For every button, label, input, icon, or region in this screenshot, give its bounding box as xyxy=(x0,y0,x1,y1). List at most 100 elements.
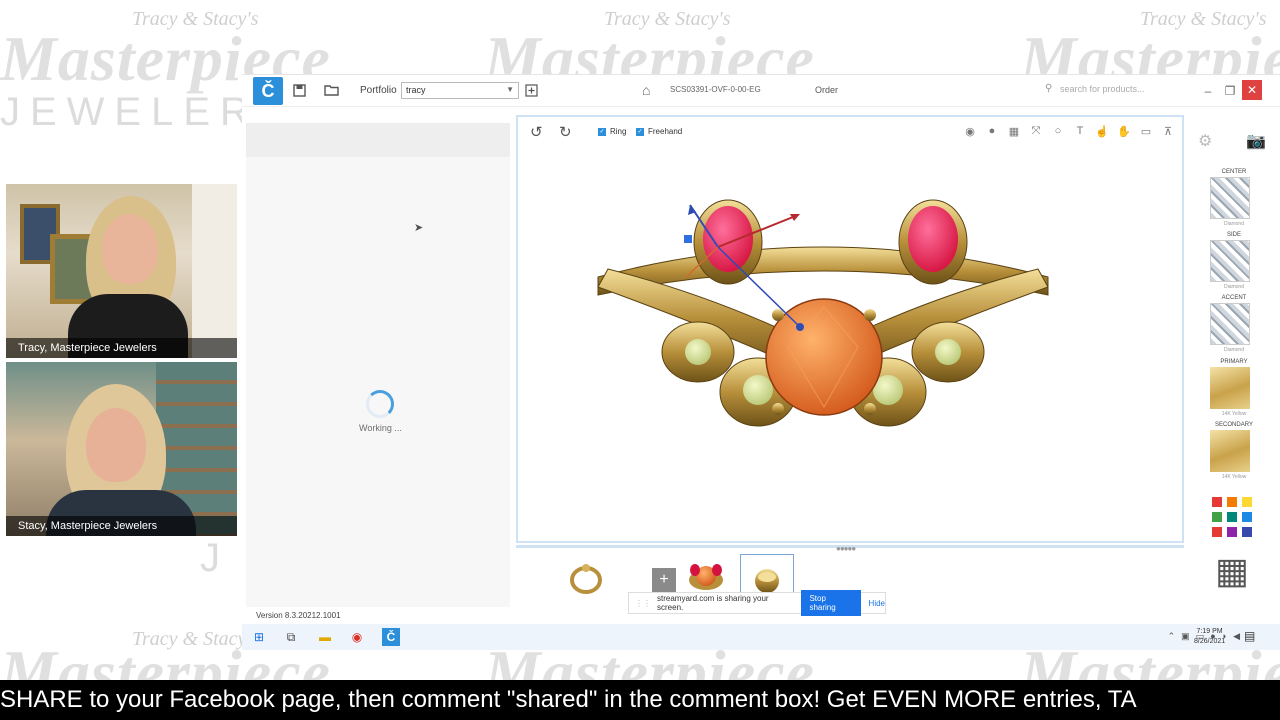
product-search-input[interactable]: ⚲ search for products... xyxy=(1042,82,1182,99)
webcam-name-label: Stacy, Masterpiece Jewelers xyxy=(6,516,237,536)
taskbar-clock[interactable]: 7:19 PM 8/26/2021 xyxy=(1194,627,1225,647)
grid-icon[interactable]: ▦ xyxy=(1006,123,1022,139)
watermark-initial: J xyxy=(200,536,230,580)
app-toolbar: Č Portfolio tracy ▼ ⌂ SCS03391-OVF-0-00-… xyxy=(242,75,1280,107)
screen-share-bar: ⋮⋮ streamyard.com is sharing your screen… xyxy=(628,590,886,616)
color-swatch[interactable] xyxy=(1227,527,1237,537)
calculator-icon[interactable]: ▦ xyxy=(1212,549,1252,593)
volume-icon[interactable]: ◀ xyxy=(1233,631,1240,642)
home-icon[interactable]: ⌂ xyxy=(642,82,650,98)
working-status: Working ... xyxy=(359,423,402,433)
clock-time: 7:19 PM xyxy=(1196,628,1223,635)
person-face-image xyxy=(102,214,158,284)
webcam-name-label: Tracy, Masterpiece Jewelers xyxy=(6,338,237,358)
slot-side-swatch[interactable] xyxy=(1210,240,1250,282)
color-swatch[interactable] xyxy=(1227,512,1237,522)
chevron-up-icon[interactable]: ⌃ xyxy=(1168,631,1176,642)
slot-secondary-swatch[interactable] xyxy=(1210,430,1250,472)
minimize-icon[interactable]: – xyxy=(1200,83,1216,99)
drag-handle-icon[interactable]: ⋮⋮ xyxy=(635,599,651,608)
gear-icon[interactable]: ⚙ xyxy=(1198,131,1212,151)
checkbox-check-icon: ✓ xyxy=(636,127,644,136)
axis-icon[interactable]: ⤧ xyxy=(1028,123,1044,139)
watermark-owner-4: Tracy & Stacy's xyxy=(132,628,259,650)
order-link[interactable]: Order xyxy=(815,85,838,95)
view-render-icon[interactable]: ● xyxy=(984,123,1000,139)
stop-sharing-button[interactable]: Stop sharing xyxy=(801,590,861,616)
watermark-owner-3: Tracy & Stacy's xyxy=(1140,8,1267,30)
file-explorer-icon[interactable]: ▬ xyxy=(316,628,334,646)
text-icon[interactable]: T xyxy=(1072,123,1088,139)
share-message: streamyard.com is sharing your screen. xyxy=(657,594,769,612)
options-panel: Working ... ➤ xyxy=(246,123,510,607)
camera-icon[interactable]: 📷 xyxy=(1246,131,1266,151)
hide-button[interactable]: Hide xyxy=(869,599,885,608)
slot-side-label: SIDE xyxy=(1226,232,1241,238)
freehand-checkbox-label: Freehand xyxy=(648,127,683,136)
slot-accent-label: ACCENT xyxy=(1221,295,1247,301)
viewport-toolbar: ↺ ↻ ✓ Ring ✓ Freehand ◉ ● ▦ ⤧ ○ T ☝ ✋ ▭ … xyxy=(518,117,1182,145)
windows-taskbar: ⊞ ⧉ ▬ ◉ Č ⌃ ▣ ▭ ● ◗ ◀ 7:19 PM 8/26/2021 … xyxy=(242,624,1280,650)
windows-start-icon[interactable]: ⊞ xyxy=(250,628,268,646)
version-label: Version 8.3.20212.1001 xyxy=(256,611,341,620)
network-icon[interactable]: ▣ xyxy=(1181,631,1190,642)
notification-icon[interactable]: ▤ xyxy=(1244,629,1255,643)
ring-checkbox[interactable]: ✓ Ring xyxy=(598,127,626,136)
portfolio-value: tracy xyxy=(406,85,426,95)
color-swatch[interactable] xyxy=(1242,512,1252,522)
undo-icon[interactable]: ↺ xyxy=(530,123,543,141)
measure-icon[interactable]: ⊼ xyxy=(1160,123,1176,139)
product-sku: SCS03391-OVF-0-00-EG xyxy=(670,85,761,94)
window-curtain-image xyxy=(192,184,237,358)
slot-center-material: Diamond xyxy=(1223,221,1244,227)
slot-secondary-label: SECONDARY xyxy=(1215,422,1253,428)
slot-primary-swatch[interactable] xyxy=(1210,367,1250,409)
watermark-owner-1: Tracy & Stacy's xyxy=(132,8,259,30)
hand-icon[interactable]: ☝ xyxy=(1094,123,1110,139)
view-mode-icons: ◉ ● ▦ ⤧ ○ T ☝ ✋ ▭ ⊼ xyxy=(962,123,1176,139)
app-window: Č Portfolio tracy ▼ ⌂ SCS03391-OVF-0-00-… xyxy=(242,74,1280,622)
slot-accent-material: Diamond xyxy=(1223,347,1244,353)
color-swatch[interactable] xyxy=(1212,512,1222,522)
ring-shank-thumbnail[interactable] xyxy=(566,558,606,598)
materials-panel: ⚙ 📷 CENTER Diamond SIDE Diamond ACCENT D… xyxy=(1186,123,1280,607)
loading-spinner-icon xyxy=(366,390,394,418)
color-swatch[interactable] xyxy=(1242,527,1252,537)
webcam-stacy: Stacy, Masterpiece Jewelers xyxy=(6,362,237,536)
color-swatch[interactable] xyxy=(1212,527,1222,537)
slot-side-material: Diamond xyxy=(1223,284,1244,290)
add-component-button[interactable]: + xyxy=(652,568,676,592)
maximize-icon[interactable]: ❐ xyxy=(1222,83,1238,99)
search-placeholder: search for products... xyxy=(1060,84,1145,94)
freehand-checkbox[interactable]: ✓ Freehand xyxy=(636,127,682,136)
redo-icon[interactable]: ↻ xyxy=(559,123,572,141)
screenshot-icon[interactable]: ▭ xyxy=(1138,123,1154,139)
color-palette xyxy=(1212,497,1252,537)
checkbox-check-icon: ✓ xyxy=(598,127,606,136)
ring-size-icon[interactable]: ○ xyxy=(1050,123,1066,139)
slot-secondary-material: 14K Yellow xyxy=(1221,474,1247,480)
chrome-icon[interactable]: ◉ xyxy=(348,628,366,646)
task-view-icon[interactable]: ⧉ xyxy=(282,628,300,646)
pan-icon[interactable]: ✋ xyxy=(1116,123,1132,139)
slot-accent-swatch[interactable] xyxy=(1210,303,1250,345)
ring-model-image[interactable] xyxy=(588,177,1058,457)
open-folder-icon[interactable] xyxy=(323,82,339,98)
save-icon[interactable] xyxy=(291,82,307,98)
app-logo-button[interactable]: Č xyxy=(253,77,283,105)
3d-viewport[interactable]: ↺ ↻ ✓ Ring ✓ Freehand ◉ ● ▦ ⤧ ○ T ☝ ✋ ▭ … xyxy=(516,115,1184,543)
color-swatch[interactable] xyxy=(1212,497,1222,507)
color-swatch[interactable] xyxy=(1242,497,1252,507)
search-icon: ⚲ xyxy=(1045,83,1053,94)
mouse-cursor-icon: ➤ xyxy=(414,222,424,234)
color-swatch[interactable] xyxy=(1227,497,1237,507)
close-icon[interactable]: ✕ xyxy=(1242,80,1262,100)
slot-center-swatch[interactable] xyxy=(1210,177,1250,219)
view-solid-icon[interactable]: ◉ xyxy=(962,123,978,139)
portfolio-label: Portfolio xyxy=(360,85,397,96)
add-portfolio-icon[interactable] xyxy=(523,82,539,98)
resize-grip-icon[interactable]: ●●●●● xyxy=(836,544,856,553)
app-taskbar-icon[interactable]: Č xyxy=(382,628,400,646)
portfolio-select[interactable]: tracy ▼ xyxy=(401,82,519,99)
webcam-tracy: Tracy, Masterpiece Jewelers xyxy=(6,184,237,358)
